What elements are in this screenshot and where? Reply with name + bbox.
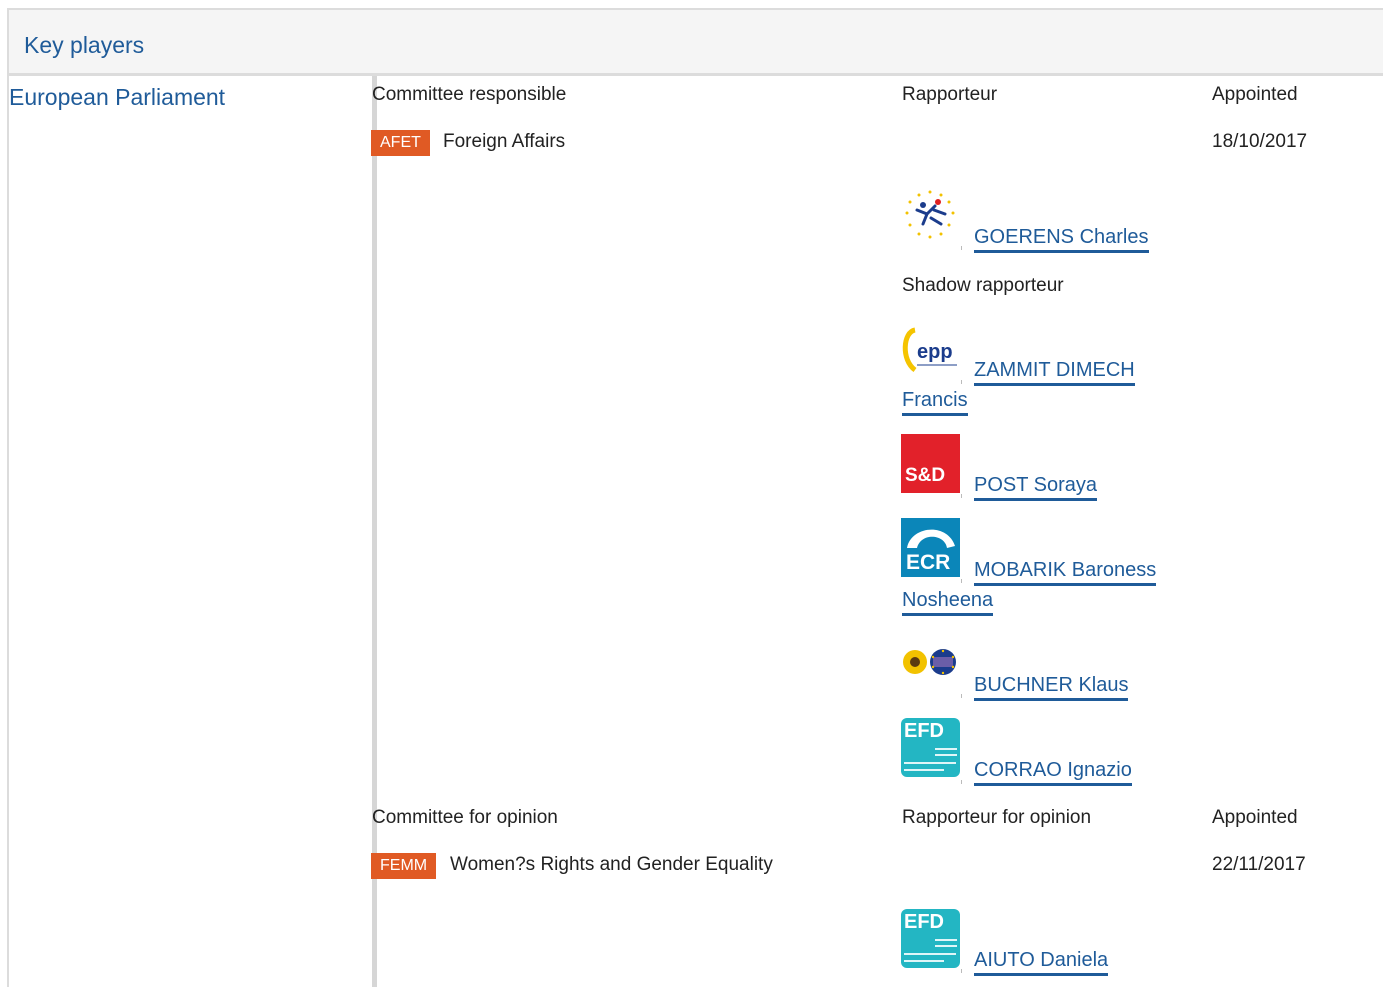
- sd-logo-text: S&D: [905, 465, 946, 486]
- shadow-link-buchner[interactable]: BUCHNER Klaus: [974, 674, 1129, 701]
- top-strip: [0, 0, 1383, 8]
- committee-badge-femm[interactable]: FEMM: [371, 853, 437, 879]
- ecr-logo-icon: ECR: [901, 518, 960, 577]
- section-title: Key players: [24, 32, 145, 58]
- shadow-link-mobarik-line1[interactable]: MOBARIK Baroness: [974, 559, 1157, 586]
- separator: [961, 969, 962, 973]
- greens-efa-logo-icon: [901, 645, 960, 704]
- separator: [961, 494, 962, 498]
- key-players-body: European Parliament: [7, 76, 1383, 987]
- shadow-link-zammit-dimech-line2[interactable]: Francis: [902, 389, 968, 416]
- appointed-date-opinion: 22/11/2017: [1212, 854, 1306, 875]
- ecr-logo-text: ECR: [906, 551, 951, 574]
- epp-logo-icon: epp: [901, 320, 960, 379]
- shadow-link-zammit-dimech-line1[interactable]: ZAMMIT DIMECH: [974, 359, 1135, 386]
- rapporteur-opinion-heading: Rapporteur for opinion: [902, 807, 1092, 828]
- opinion-rapporteur-link-aiuto[interactable]: AIUTO Daniela: [974, 949, 1109, 976]
- alde-logo-icon: [901, 188, 960, 247]
- committee-name: Foreign Affairs: [443, 131, 566, 152]
- rapporteur-heading: Rapporteur: [902, 84, 998, 105]
- separator: [961, 246, 962, 250]
- committee-opinion-name: Women?s Rights and Gender Equality: [450, 854, 773, 875]
- sd-logo-icon: S&D: [901, 434, 960, 493]
- separator: [961, 579, 962, 583]
- column-divider: [372, 76, 377, 987]
- committee-opinion-heading: Committee for opinion: [372, 807, 558, 828]
- svg-text:epp: epp: [917, 341, 953, 363]
- committee-badge-afet[interactable]: AFET: [371, 130, 430, 156]
- institution-column: European Parliament: [9, 76, 372, 987]
- separator: [961, 380, 962, 384]
- institution-name: European Parliament: [9, 84, 226, 110]
- efdd-logo-icon: EFD: [901, 909, 960, 968]
- shadow-link-post[interactable]: POST Soraya: [974, 474, 1098, 501]
- committee-responsible-heading: Committee responsible: [372, 84, 567, 105]
- shadow-link-mobarik-line2[interactable]: Nosheena: [902, 589, 994, 616]
- rapporteur-link-goerens[interactable]: GOERENS Charles: [974, 226, 1149, 253]
- separator: [961, 780, 962, 784]
- shadow-rapporteur-heading: Shadow rapporteur: [902, 275, 1064, 296]
- separator: [961, 694, 962, 698]
- shadow-link-corrao[interactable]: CORRAO Ignazio: [974, 759, 1132, 786]
- appointed-heading: Appointed: [1212, 84, 1298, 105]
- efdd-logo-icon: EFD: [901, 718, 960, 777]
- appointed-date: 18/10/2017: [1212, 131, 1308, 152]
- appointed-heading-opinion: Appointed: [1212, 807, 1298, 828]
- key-players-header: Key players: [7, 8, 1383, 76]
